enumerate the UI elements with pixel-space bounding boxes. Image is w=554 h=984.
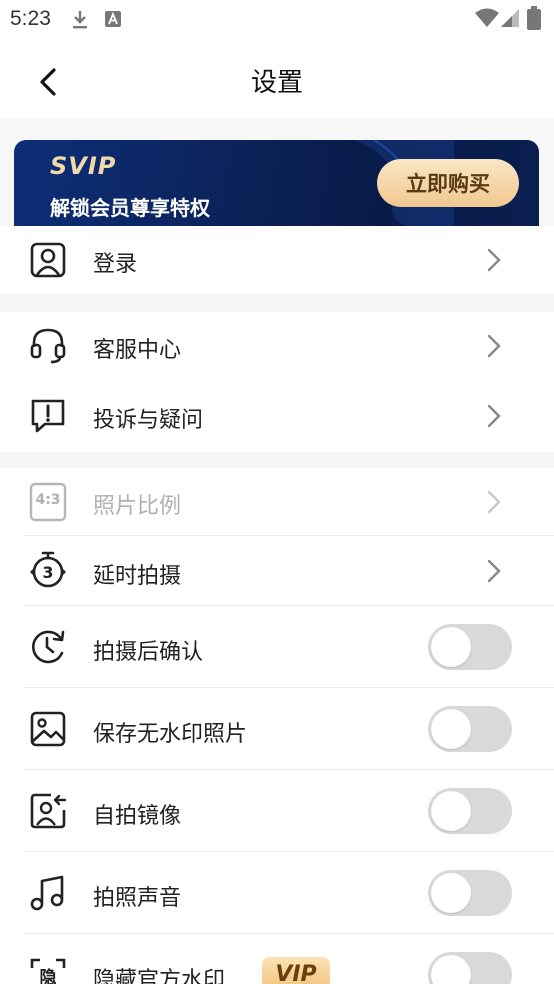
timer-label: 延时拍摄	[93, 564, 182, 589]
svg-text:隐: 隐	[40, 967, 57, 984]
title-bar: 设置	[0, 38, 554, 118]
timer-row[interactable]: 3 延时拍摄	[0, 536, 554, 606]
vip-tag: VIP	[262, 957, 330, 984]
toggle-knob	[431, 627, 471, 667]
toggle-knob	[431, 709, 471, 749]
confirm-after-shot-label: 拍摄后确认	[93, 640, 204, 665]
status-bar: 5:23	[0, 0, 554, 38]
buy-now-button[interactable]: 立即购买	[377, 159, 519, 207]
feedback-icon	[28, 396, 68, 436]
customer-service-label: 客服中心	[93, 338, 182, 363]
aspect-ratio-icon: 4:3	[28, 482, 68, 522]
save-no-watermark-row: 保存无水印照片	[0, 688, 554, 770]
feedback-label: 投诉与疑问	[93, 408, 204, 433]
selfie-mirror-row: 自拍镜像	[0, 770, 554, 852]
selfie-mirror-toggle[interactable]	[428, 788, 512, 834]
chevron-right-icon	[487, 490, 501, 514]
page-title: 设置	[250, 68, 303, 98]
save-no-watermark-toggle[interactable]	[428, 706, 512, 752]
image-icon	[28, 709, 68, 749]
music-note-icon	[28, 873, 68, 913]
customer-service-row[interactable]: 客服中心	[0, 312, 554, 380]
download-icon	[73, 11, 87, 29]
svip-badge: SVIP	[50, 152, 117, 180]
login-label: 登录	[93, 252, 138, 277]
headset-icon	[28, 326, 68, 366]
chevron-right-icon	[487, 559, 501, 583]
feedback-row[interactable]: 投诉与疑问	[0, 382, 554, 450]
hide-watermark-row: 隐 隐藏官方水印 VIP	[0, 934, 554, 984]
a-notification-icon	[105, 11, 121, 27]
chevron-right-icon	[487, 248, 501, 272]
vip-subtitle: 解锁会员尊享特权	[50, 196, 210, 220]
section-gap	[0, 452, 554, 468]
selfie-mirror-label: 自拍镜像	[93, 804, 182, 829]
aspect-ratio-text: 4:3	[35, 492, 61, 508]
hide-watermark-label: 隐藏官方水印	[93, 968, 226, 984]
support-section: 客服中心 投诉与疑问	[0, 312, 554, 452]
shutter-sound-row: 拍照声音	[0, 852, 554, 934]
toggle-knob	[431, 791, 471, 831]
user-portrait-icon	[28, 240, 68, 280]
shutter-sound-label: 拍照声音	[93, 886, 182, 911]
photo-ratio-label: 照片比例	[93, 494, 182, 519]
svg-text:3: 3	[42, 563, 53, 582]
account-section: 登录	[0, 226, 554, 294]
photo-ratio-row: 4:3 照片比例	[0, 468, 554, 536]
clock-refresh-icon	[28, 627, 68, 667]
vip-banner[interactable]: SVIP 解锁会员尊享特权 立即购买	[14, 140, 539, 230]
shutter-sound-toggle[interactable]	[428, 870, 512, 916]
status-time: 5:23	[10, 7, 51, 30]
confirm-after-shot-toggle[interactable]	[428, 624, 512, 670]
hide-watermark-icon: 隐	[28, 956, 68, 984]
toggle-knob	[431, 873, 471, 913]
login-row[interactable]: 登录	[0, 226, 554, 294]
confirm-after-shot-row: 拍摄后确认	[0, 606, 554, 688]
signal-icon	[501, 9, 519, 27]
chevron-right-icon	[487, 404, 501, 428]
wifi-icon	[475, 8, 499, 27]
save-no-watermark-label: 保存无水印照片	[93, 722, 248, 747]
chevron-right-icon	[487, 334, 501, 358]
battery-icon	[527, 6, 541, 30]
hide-watermark-toggle[interactable]	[428, 952, 512, 984]
selfie-mirror-icon	[28, 791, 68, 831]
camera-settings-section: 4:3 照片比例 3 延时拍摄 拍摄后确认 保存无水印照片 自拍镜像 拍照声音 …	[0, 468, 554, 984]
toggle-knob	[431, 955, 471, 984]
timer-3-icon: 3	[28, 551, 68, 591]
section-gap	[0, 294, 554, 312]
